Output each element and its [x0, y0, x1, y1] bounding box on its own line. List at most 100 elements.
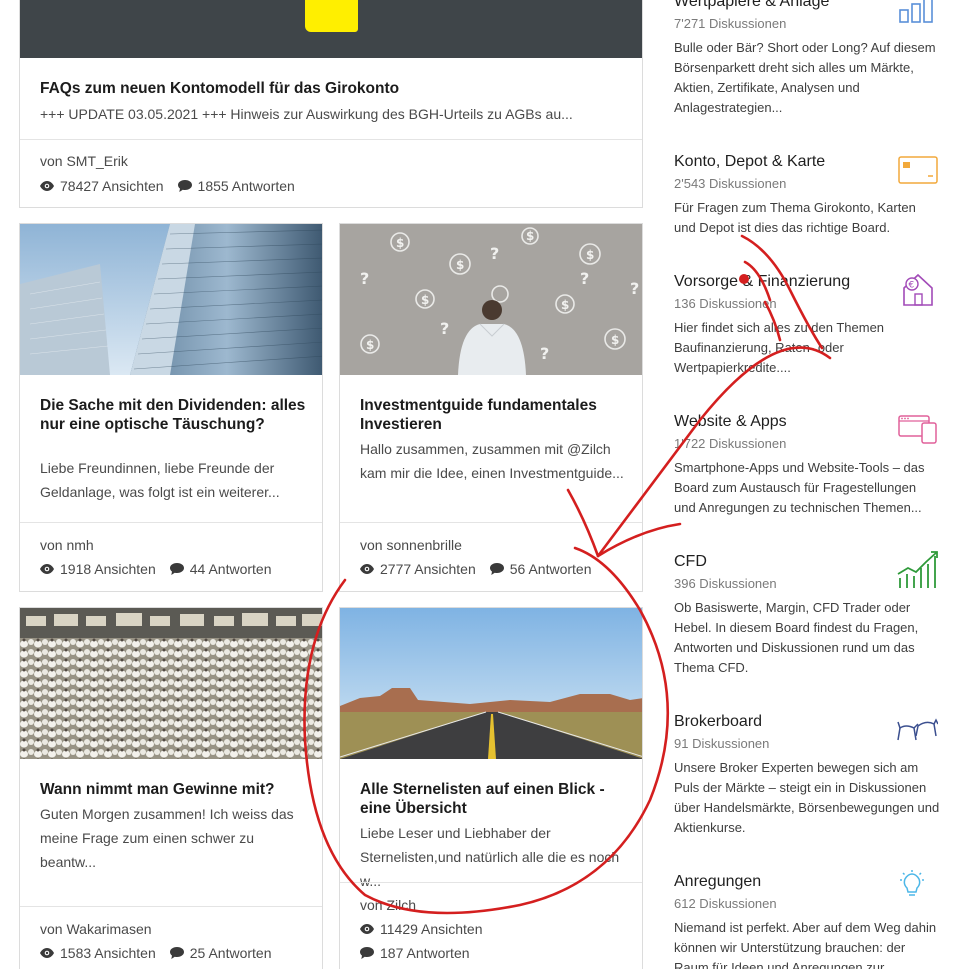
answers-count: 187 Antworten — [380, 945, 470, 961]
svg-text:?: ? — [360, 269, 369, 288]
answers-count: 25 Antworten — [189, 945, 272, 961]
views-count: 11429 Ansichten — [380, 921, 483, 937]
views-stat: 78427 Ansichten — [40, 178, 164, 194]
views-count: 78427 Ansichten — [60, 178, 164, 194]
thread-image-money-bags: $ $ $ $ $ $ $ $ ?? ?? ?? — [340, 224, 642, 375]
thread-title[interactable]: Alle Sternelisten auf einen Blick - eine… — [360, 780, 628, 818]
trading-floor-photo — [20, 608, 322, 759]
svg-text:€: € — [909, 281, 915, 291]
board-description: Für Fragen zum Thema Girokonto, Karten u… — [674, 200, 916, 235]
thread-author[interactable]: von sonnenbrille — [360, 537, 462, 553]
board-count: 136 Diskussionen — [674, 296, 777, 311]
thread-title[interactable]: Wann nimmt man Gewinne mit? — [40, 780, 308, 799]
answers-stat: 56 Antworten — [489, 561, 592, 577]
speech-bubble-icon — [169, 947, 184, 959]
thread-stats: 1918 Ansichten 44 Antworten — [40, 561, 271, 577]
answers-count: 1855 Antworten — [197, 178, 295, 194]
board-description: Smartphone-Apps und Website-Tools – das … — [674, 460, 925, 515]
thread-card-dividenden[interactable]: Die Sache mit den Dividenden: alles nur … — [19, 223, 323, 592]
thread-title[interactable]: Investmentguide fundamentales Investiere… — [360, 396, 628, 434]
thread-excerpt: Liebe Freundinnen, liebe Freunde der Gel… — [40, 460, 280, 500]
thread-excerpt: Hallo zusammen, zusammen mit @Zilch kam … — [360, 441, 624, 481]
board-title[interactable]: Vorsorge & Finanzierung — [674, 272, 940, 292]
eye-icon — [40, 948, 54, 958]
svg-text:?: ? — [540, 344, 549, 363]
svg-text:$: $ — [526, 229, 534, 243]
thread-stats-answers: 187 Antworten — [360, 945, 470, 961]
house-euro-icon: € — [903, 273, 933, 306]
answers-stat: 187 Antworten — [360, 945, 470, 961]
lightbulb-icon — [900, 870, 924, 896]
thread-author[interactable]: von SMT_Erik — [40, 153, 128, 169]
thread-title[interactable]: FAQs zum neuen Kontomodell für das Girok… — [40, 79, 628, 98]
thread-excerpt: +++ UPDATE 03.05.2021 +++ Hinweis zur Au… — [40, 106, 573, 122]
svg-text:?: ? — [440, 319, 449, 338]
board-description: Hier findet sich alles zu den Themen Bau… — [674, 320, 885, 375]
svg-text:?: ? — [490, 244, 499, 263]
devices-icon — [898, 415, 937, 444]
views-stat: 1918 Ansichten — [40, 561, 156, 577]
eye-icon — [40, 181, 54, 191]
svg-text:?: ? — [630, 279, 639, 298]
svg-text:$: $ — [586, 248, 594, 262]
thread-excerpt: Guten Morgen zusammen! Ich weiss das mei… — [40, 806, 294, 870]
answers-stat: 25 Antworten — [169, 945, 272, 961]
views-count: 2777 Ansichten — [380, 561, 476, 577]
board-description: Ob Basiswerte, Margin, CFD Trader oder H… — [674, 600, 919, 675]
views-stat: 2777 Ansichten — [360, 561, 476, 577]
eye-icon — [360, 564, 374, 574]
bull-bear-icon — [897, 718, 938, 741]
board-description: Bulle oder Bär? Short oder Long? Auf die… — [674, 40, 936, 115]
thread-stats: 11429 Ansichten — [360, 921, 483, 937]
thread-stats: 78427 Ansichten 1855 Antworten — [40, 178, 295, 194]
thread-author[interactable]: von nmh — [40, 537, 94, 553]
thread-image-road — [340, 608, 642, 759]
svg-text:$: $ — [456, 258, 464, 272]
card-divider — [20, 139, 642, 140]
svg-text:$: $ — [366, 338, 374, 352]
svg-text:$: $ — [421, 293, 429, 307]
bar-chart-icon — [899, 0, 933, 23]
thread-card-sternelisten[interactable]: Alle Sternelisten auf einen Blick - eine… — [339, 607, 643, 969]
thread-author[interactable]: von Zilch — [360, 897, 416, 913]
credit-card-icon — [898, 156, 938, 184]
svg-text:$: $ — [396, 236, 404, 250]
card-divider — [340, 522, 642, 523]
yellow-banner-shape — [305, 0, 358, 32]
thread-author[interactable]: von Wakarimasen — [40, 921, 152, 937]
speech-bubble-icon — [489, 563, 504, 575]
eye-icon — [360, 924, 374, 934]
views-stat: 11429 Ansichten — [360, 921, 483, 937]
money-bags-photo: $ $ $ $ $ $ $ $ ?? ?? ?? — [340, 224, 642, 375]
views-stat: 1583 Ansichten — [40, 945, 156, 961]
thread-stats: 2777 Ansichten 56 Antworten — [360, 561, 591, 577]
svg-text:$: $ — [561, 298, 569, 312]
thread-image-faq — [20, 0, 642, 58]
thread-card-investmentguide[interactable]: $ $ $ $ $ $ $ $ ?? ?? ?? Investmentguide fund… — [339, 223, 643, 592]
growth-chart-icon — [897, 551, 938, 588]
board-vorsorge[interactable]: Vorsorge & Finanzierung 136 Diskussionen… — [674, 272, 940, 378]
speech-bubble-icon — [177, 180, 192, 192]
thread-image-skyscraper — [20, 224, 322, 375]
answers-count: 44 Antworten — [189, 561, 272, 577]
thread-stats: 1583 Ansichten 25 Antworten — [40, 945, 271, 961]
answers-count: 56 Antworten — [509, 561, 592, 577]
card-divider — [20, 522, 322, 523]
card-divider — [20, 906, 322, 907]
svg-text:$: $ — [611, 333, 619, 347]
board-description: Unsere Broker Experten bewegen sich am P… — [674, 760, 940, 835]
thread-card-faq[interactable]: FAQs zum neuen Kontomodell für das Girok… — [19, 0, 643, 208]
eye-icon — [40, 564, 54, 574]
skyscraper-photo — [20, 224, 322, 375]
views-count: 1583 Ansichten — [60, 945, 156, 961]
answers-stat: 44 Antworten — [169, 561, 272, 577]
board-description: Niemand ist perfekt. Aber auf dem Weg da… — [674, 920, 937, 969]
thread-title[interactable]: Die Sache mit den Dividenden: alles nur … — [40, 396, 308, 434]
thread-card-gewinne[interactable]: Wann nimmt man Gewinne mit? Guten Morgen… — [19, 607, 323, 969]
desert-road-photo — [340, 608, 642, 759]
views-count: 1918 Ansichten — [60, 561, 156, 577]
answers-stat: 1855 Antworten — [177, 178, 295, 194]
svg-text:?: ? — [580, 269, 589, 288]
speech-bubble-icon — [360, 947, 374, 959]
thread-image-trading-floor — [20, 608, 322, 759]
